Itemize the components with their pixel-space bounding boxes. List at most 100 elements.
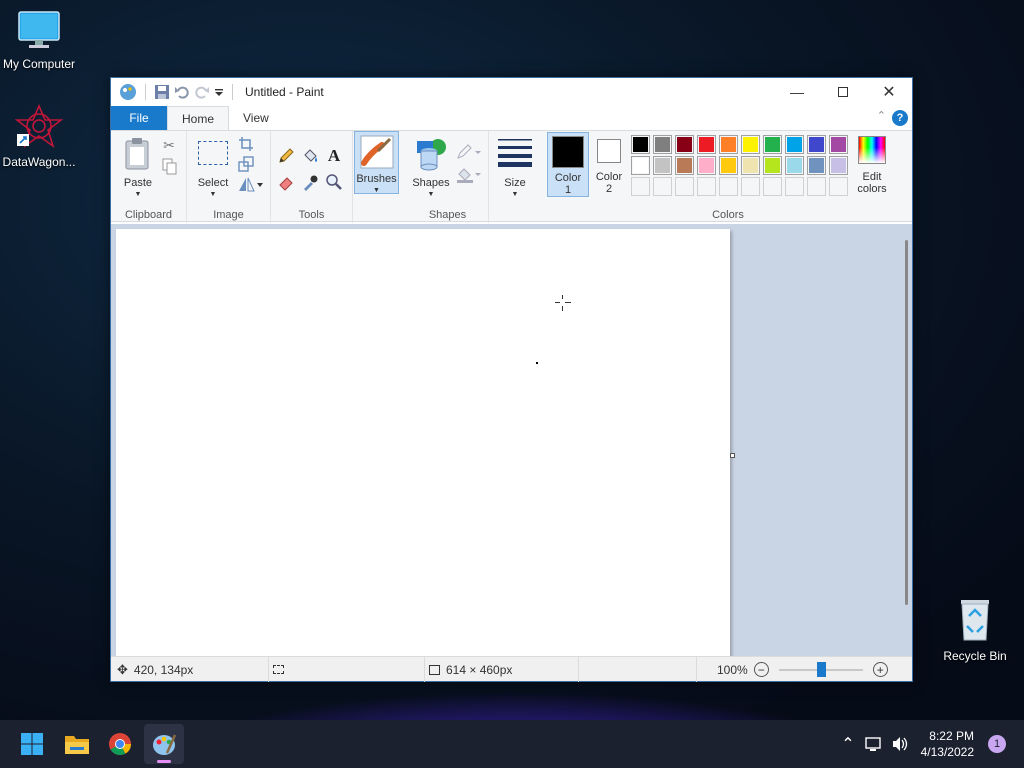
ribbon: Paste ▼ ✂ Clipboard Select ▼ Image A Too… [111,130,912,223]
save-icon[interactable] [154,84,170,100]
palette-swatch[interactable] [719,156,738,175]
line-width-icon [498,139,532,167]
paint-app-icon[interactable] [119,83,137,101]
palette-swatch[interactable] [653,156,672,175]
tab-view[interactable]: View [229,106,283,130]
custom-color-slot[interactable] [697,177,716,196]
color2-button[interactable]: Color 2 [591,132,627,197]
status-selection-size [269,657,425,682]
chrome-button[interactable] [100,724,140,764]
custom-color-slot[interactable] [807,177,826,196]
minimize-button[interactable]: — [774,78,820,106]
palette-swatch[interactable] [631,135,650,154]
paste-button[interactable]: Paste ▼ [117,135,159,198]
palette-swatch[interactable] [697,156,716,175]
desktop-icon-datawagon[interactable]: DataWagon... [0,103,81,169]
tab-file[interactable]: File [111,106,167,130]
palette-swatch[interactable] [829,156,848,175]
window-title: Untitled - Paint [245,85,324,99]
help-icon[interactable]: ? [892,110,908,126]
chevron-down-icon: ▼ [134,191,142,198]
status-cursor-position: ✥ 420, 134px [111,657,269,682]
group-label: Colors [712,209,744,221]
custom-color-slot[interactable] [653,177,672,196]
maximize-button[interactable] [820,78,866,106]
drawing-canvas[interactable] [116,229,730,657]
redo-icon[interactable] [194,84,210,100]
paint-taskbar-button[interactable] [144,724,184,764]
file-explorer-button[interactable] [57,724,97,764]
copy-icon[interactable] [161,157,179,175]
palette-swatch[interactable] [763,135,782,154]
pencil-icon[interactable] [277,147,295,165]
select-button[interactable]: Select ▼ [193,135,233,198]
palette-swatch[interactable] [631,156,650,175]
group-tools: A Tools [271,131,353,223]
palette-swatch[interactable] [785,156,804,175]
group-brushes: Brushes ▼ [353,131,407,223]
desktop-icon-my-computer[interactable]: My Computer [0,10,81,71]
undo-icon[interactable] [174,84,190,100]
color2-label-line2: 2 [605,183,613,195]
cut-icon[interactable]: ✂ [160,136,178,154]
brushes-button[interactable]: Brushes ▼ [354,131,399,194]
eraser-icon[interactable] [277,173,295,191]
custom-color-slot[interactable] [741,177,760,196]
palette-swatch[interactable] [741,156,760,175]
volume-icon[interactable] [891,736,909,752]
custom-color-slot[interactable] [829,177,848,196]
clock[interactable]: 8:22 PM 4/13/2022 [921,728,974,760]
color1-button[interactable]: Color 1 [547,132,589,197]
group-colors: Color 1 Color 2 Edit colors Colors [544,131,912,223]
color-picker-icon[interactable] [301,173,319,191]
network-icon[interactable] [864,736,883,752]
palette-swatch[interactable] [675,156,694,175]
magnifier-icon[interactable] [325,173,343,191]
fill-icon[interactable] [455,165,481,183]
palette-swatch[interactable] [719,135,738,154]
outline-icon[interactable] [455,143,481,161]
vertical-scrollbar[interactable] [905,240,908,605]
zoom-slider[interactable] [778,661,863,677]
custom-color-slot[interactable] [763,177,782,196]
crop-icon[interactable] [237,135,255,153]
collapse-ribbon-icon[interactable]: ⌃ [877,109,886,122]
custom-color-slot[interactable] [719,177,738,196]
zoom-in-button[interactable]: + [872,662,888,677]
palette-swatch[interactable] [675,135,694,154]
edit-colors-button[interactable]: Edit colors [852,132,892,197]
brush-icon [360,135,394,169]
palette-swatch[interactable] [785,135,804,154]
show-hidden-icons-icon[interactable]: ⌃ [841,734,854,754]
text-icon[interactable]: A [325,146,343,165]
palette-swatch[interactable] [829,135,848,154]
shapes-button[interactable]: Shapes ▼ [411,135,451,198]
palette-swatch[interactable] [741,135,760,154]
zoom-slider-thumb[interactable] [816,661,826,677]
group-clipboard: Paste ▼ ✂ Clipboard [111,131,187,223]
canvas-resize-handle[interactable] [730,453,735,458]
customize-quick-access-icon[interactable] [214,84,224,100]
group-shapes: Shapes ▼ Shapes [407,131,489,223]
desktop-icon-recycle-bin[interactable]: Recycle Bin [933,596,1017,663]
start-button[interactable] [12,724,52,764]
resize-icon[interactable] [237,155,255,173]
palette-swatch[interactable] [653,135,672,154]
custom-color-slot[interactable] [631,177,650,196]
taskbar: ⌃ 8:22 PM 4/13/2022 1 [0,720,1024,768]
close-button[interactable]: ✕ [866,78,912,106]
title-bar[interactable]: Untitled - Paint — ✕ [111,78,912,106]
fill-bucket-icon[interactable] [301,147,319,165]
palette-swatch[interactable] [807,156,826,175]
zoom-out-button[interactable]: − [753,662,769,677]
rotate-icon[interactable] [237,175,263,193]
custom-color-slot[interactable] [785,177,804,196]
tab-home[interactable]: Home [167,106,230,130]
palette-swatch[interactable] [697,135,716,154]
status-canvas-size: 614 × 460px [425,657,579,682]
size-button[interactable]: Size ▼ [495,135,535,198]
custom-color-slot[interactable] [675,177,694,196]
notification-badge[interactable]: 1 [988,735,1006,753]
palette-swatch[interactable] [807,135,826,154]
palette-swatch[interactable] [763,156,782,175]
